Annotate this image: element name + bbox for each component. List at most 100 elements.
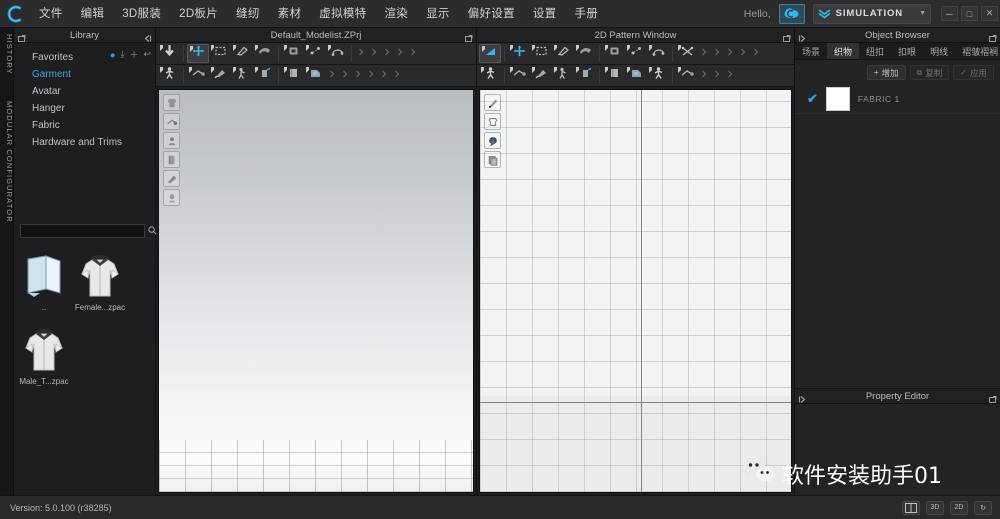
view-3d-icon[interactable]: 3D xyxy=(926,500,944,515)
maximize-icon[interactable]: □ xyxy=(961,6,978,21)
2d-pattern-canvas[interactable] xyxy=(479,89,792,493)
check-sewing-icon[interactable] xyxy=(552,66,574,85)
close-icon[interactable]: ✕ xyxy=(981,6,998,21)
more-1-icon[interactable] xyxy=(355,44,368,63)
more-3-icon[interactable] xyxy=(381,44,394,63)
menu-item-6[interactable]: 素材 xyxy=(269,0,311,28)
more-c-icon[interactable] xyxy=(724,44,737,63)
light-icon[interactable] xyxy=(163,113,180,130)
more-b-icon[interactable] xyxy=(711,44,724,63)
check-icon[interactable]: ✔ xyxy=(807,91,818,107)
menu-item-4[interactable]: 2D板片 xyxy=(170,0,227,28)
menu-item-2[interactable]: 编辑 xyxy=(72,0,114,28)
sync-badge-icon[interactable]: ● xyxy=(110,50,115,60)
more-4-icon[interactable] xyxy=(394,44,407,63)
fabric-color-swatch[interactable] xyxy=(825,86,850,111)
edit-point-icon[interactable] xyxy=(508,44,530,63)
select-mesh-icon[interactable] xyxy=(231,44,253,63)
sewing-free-2d-icon[interactable] xyxy=(530,66,552,85)
render-icon[interactable] xyxy=(163,170,180,187)
sewing-free-icon[interactable] xyxy=(326,44,348,63)
cloud-button[interactable] xyxy=(778,3,805,24)
sewing-3d-icon[interactable] xyxy=(304,44,326,63)
pleat-icon[interactable] xyxy=(479,66,501,85)
more-11-icon[interactable] xyxy=(391,66,404,85)
menu-item-10[interactable]: 偏好设置 xyxy=(459,0,524,28)
property-editor-undock-icon[interactable] xyxy=(988,391,997,409)
more-h-icon[interactable] xyxy=(724,66,737,85)
menu-item-3[interactable]: 3D服装 xyxy=(113,0,170,28)
menu-item-12[interactable]: 手册 xyxy=(565,0,607,28)
library-item-3[interactable]: Male_T...zpac xyxy=(16,321,72,395)
shirt-outline-icon[interactable] xyxy=(484,113,501,130)
sewing-segment-icon[interactable] xyxy=(508,66,530,85)
edit-curve-icon[interactable] xyxy=(530,44,552,63)
add-icon[interactable]: ＋ xyxy=(129,48,138,61)
sidebar-tab-modular-configurator[interactable]: MODULAR CONFIGURATOR xyxy=(0,95,14,229)
avatar-skin-icon[interactable] xyxy=(253,66,275,85)
transform-move-icon[interactable] xyxy=(187,44,209,63)
object-browser-增加-button[interactable]: + 增加 xyxy=(866,65,906,80)
object-browser-undock-icon[interactable] xyxy=(988,30,997,48)
object-browser-tab-扣眼[interactable]: 扣眼 xyxy=(891,43,923,59)
object-browser-tab-织物[interactable]: 织物 xyxy=(827,43,860,59)
property-editor-pin-left-icon[interactable] xyxy=(798,391,807,409)
library-tree-item-hardware-and-trims[interactable]: Hardware and Trims xyxy=(14,134,155,151)
more-9-icon[interactable] xyxy=(365,66,378,85)
more-10-icon[interactable] xyxy=(378,66,391,85)
buttonhole-icon[interactable] xyxy=(676,66,698,85)
garment-icon[interactable] xyxy=(163,94,180,111)
pencil-icon[interactable] xyxy=(484,94,501,111)
fold-arrange-icon[interactable] xyxy=(282,44,304,63)
2d-window-undock-icon[interactable] xyxy=(782,30,791,48)
menu-item-7[interactable]: 虚拟模特 xyxy=(310,0,375,28)
rect-pattern-icon[interactable] xyxy=(647,44,669,63)
button-icon[interactable] xyxy=(647,66,669,85)
avatar-gizmo-icon[interactable] xyxy=(209,66,231,85)
more-e-icon[interactable] xyxy=(750,44,763,63)
object-browser-tab-明线[interactable]: 明线 xyxy=(923,43,955,59)
internal-polygon-icon[interactable] xyxy=(676,44,698,63)
trim-icon[interactable] xyxy=(603,66,625,85)
menu-item-5[interactable]: 缝纫 xyxy=(227,0,269,28)
library-search-input[interactable] xyxy=(20,224,145,238)
fabric-icon[interactable] xyxy=(163,151,180,168)
object-browser-tab-纽扣[interactable]: 纽扣 xyxy=(859,43,891,59)
sidebar-tab-history[interactable]: HISTORY xyxy=(0,28,14,81)
texture-edit-icon[interactable] xyxy=(304,66,326,85)
fabric-book-icon[interactable] xyxy=(282,66,304,85)
library-item-1[interactable]: .. xyxy=(16,247,72,321)
library-item-2[interactable]: Female...zpac xyxy=(72,247,128,321)
more-8-icon[interactable] xyxy=(352,66,365,85)
simulate-icon[interactable] xyxy=(158,44,180,63)
more-a-icon[interactable] xyxy=(698,44,711,63)
object-browser-复制-button[interactable]: ⧉ 复制 xyxy=(909,65,950,80)
library-tree-item-garment[interactable]: Garment xyxy=(14,66,155,83)
object-browser-pin-left-icon[interactable] xyxy=(798,30,807,48)
menu-item-9[interactable]: 显示 xyxy=(417,0,459,28)
more-7-icon[interactable] xyxy=(339,66,352,85)
add-point-icon[interactable] xyxy=(574,44,596,63)
info-bubble-icon[interactable] xyxy=(484,132,501,149)
avatar-measure-icon[interactable] xyxy=(231,66,253,85)
edit-pattern-icon[interactable] xyxy=(479,44,501,63)
pin-icon[interactable] xyxy=(253,44,275,63)
select-mesh-box-icon[interactable] xyxy=(209,44,231,63)
library-tree-item-fabric[interactable]: Fabric xyxy=(14,117,155,134)
3d-window-undock-icon[interactable] xyxy=(464,30,473,48)
more-2-icon[interactable] xyxy=(368,44,381,63)
reset-view-icon[interactable]: ↻ xyxy=(974,500,992,515)
library-tree-item-avatar[interactable]: Avatar xyxy=(14,83,155,100)
mode-selector[interactable]: SIMULATION ▼ xyxy=(812,3,931,24)
head-icon[interactable] xyxy=(163,189,180,206)
more-5-icon[interactable] xyxy=(407,44,420,63)
layers-icon[interactable] xyxy=(484,151,501,168)
object-browser-row[interactable]: ✔ FABRIC 1 xyxy=(795,84,1000,114)
texture-2d-icon[interactable] xyxy=(625,66,647,85)
more-g-icon[interactable] xyxy=(711,66,724,85)
edit-curve-point-icon[interactable] xyxy=(552,44,574,63)
split-view-icon[interactable] xyxy=(902,500,920,515)
polygon-icon[interactable] xyxy=(625,44,647,63)
object-browser-应用-button[interactable]: ✓ 应用 xyxy=(953,65,994,80)
slash-line-icon[interactable] xyxy=(603,44,625,63)
